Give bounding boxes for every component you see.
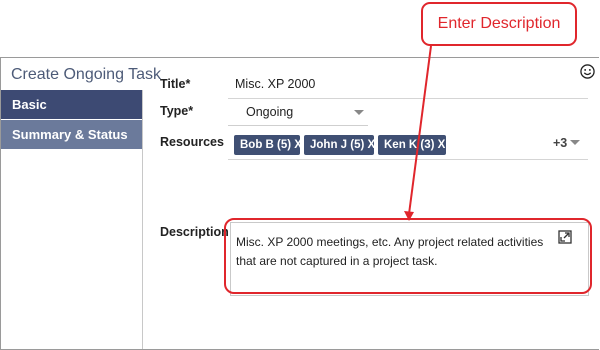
resource-chip[interactable]: Bob B (5) X (234, 135, 302, 155)
chevron-down-icon[interactable] (570, 140, 580, 145)
description-highlight (224, 218, 592, 294)
sidebar-item-basic[interactable]: Basic (1, 90, 142, 119)
callout-text: Enter Description (437, 15, 561, 32)
callout-box: Enter Description (421, 2, 577, 46)
type-select[interactable]: Ongoing (228, 99, 368, 126)
type-select-value: Ongoing (246, 105, 294, 119)
sidebar-item-summary-status[interactable]: Summary & Status (1, 120, 142, 149)
sidebar-item-label: Basic (12, 97, 47, 112)
resources-more-button[interactable]: +3 (553, 136, 567, 150)
title-input[interactable]: Misc. XP 2000 (235, 77, 315, 91)
type-label: Type* (160, 104, 194, 118)
smiley-icon[interactable] (580, 64, 595, 79)
resource-chip[interactable]: John J (5) X (304, 135, 375, 155)
resources-label: Resources (160, 135, 224, 149)
dialog-title: Create Ongoing Task (11, 66, 162, 83)
resource-chip[interactable]: Ken K (3) X (378, 135, 446, 155)
title-label: Title* (160, 77, 191, 91)
sidebar: Basic Summary & Status (1, 90, 143, 349)
description-label: Description (160, 225, 229, 239)
resources-underline (228, 159, 588, 160)
resources-more-label: +3 (553, 136, 568, 150)
sidebar-item-label: Summary & Status (12, 127, 128, 142)
chevron-down-icon (354, 110, 364, 115)
